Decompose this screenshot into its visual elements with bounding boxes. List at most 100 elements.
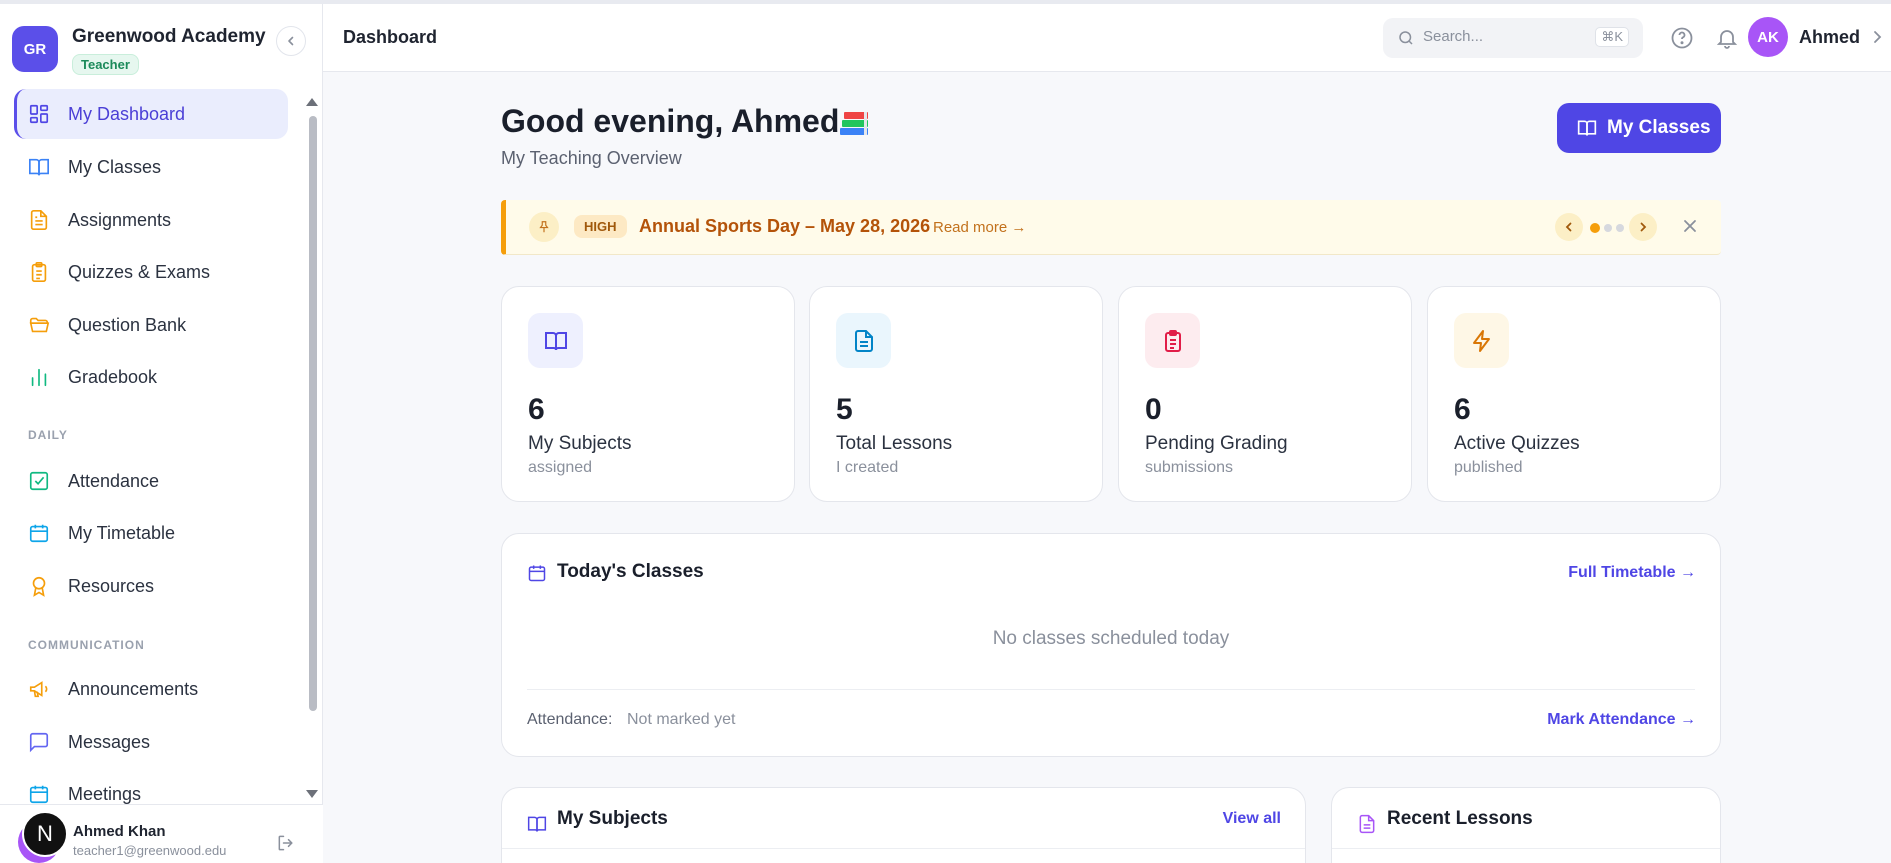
clipboard-icon	[31, 262, 47, 282]
bell-icon[interactable]	[1715, 26, 1739, 50]
user-initial-avatar: N	[22, 811, 68, 857]
sidebar-item-label: My Dashboard	[68, 103, 186, 124]
panel-title: Recent Lessons	[1387, 808, 1533, 829]
chevron-right-icon	[1640, 222, 1647, 232]
mark-attendance-link[interactable]: Mark Attendance →	[1547, 711, 1696, 729]
brand[interactable]: GR Greenwood Academy Teacher	[12, 26, 266, 75]
view-all-link[interactable]: View all	[1223, 810, 1281, 828]
stat-label: Pending Grading	[1145, 433, 1288, 454]
stat-label: My Subjects	[528, 433, 632, 454]
book-open-icon	[527, 816, 547, 832]
sidebar: GR Greenwood Academy Teacher My Dashboar…	[0, 4, 323, 863]
brand-name: Greenwood Academy	[72, 26, 266, 47]
stat-sublabel: published	[1454, 459, 1523, 476]
header-user-name[interactable]: Ahmed	[1799, 27, 1860, 48]
banner-prev-button[interactable]	[1555, 213, 1583, 241]
check-square-icon	[29, 471, 49, 491]
section-label-communication: COMMUNICATION	[28, 638, 145, 652]
avatar[interactable]: AK	[1748, 17, 1788, 57]
sidebar-item-my-timetable[interactable]: My Timetable	[14, 508, 288, 558]
divider	[502, 848, 1305, 849]
sidebar-item-label: Announcements	[68, 678, 199, 699]
chevron-left-icon	[1565, 222, 1572, 232]
brand-logo: GR	[12, 26, 58, 72]
pin-icon	[529, 212, 559, 242]
search-icon	[1399, 31, 1413, 45]
lightning-icon	[1454, 313, 1509, 368]
book-open-icon	[528, 313, 583, 368]
message-square-icon	[29, 732, 49, 753]
sidebar-item-label: Meetings	[68, 783, 142, 804]
stat-sublabel: assigned	[528, 459, 593, 476]
scroll-down-arrow-icon[interactable]	[306, 790, 318, 798]
user-profile-footer[interactable]: N Ahmed Khan teacher1@greenwood.edu	[0, 804, 323, 863]
stat-card-active-quizzes[interactable]: 6 Active Quizzes published	[1427, 286, 1721, 502]
search-input[interactable]	[1423, 28, 1583, 45]
carousel-dot-active[interactable]	[1590, 223, 1600, 233]
user-email: teacher1@greenwood.edu	[73, 843, 227, 858]
sidebar-item-attendance[interactable]: Attendance	[14, 456, 288, 506]
banner-title[interactable]: Annual Sports Day – May 28, 2026	[639, 216, 930, 237]
priority-badge: HIGH	[574, 215, 627, 238]
sidebar-item-label: Quizzes & Exams	[68, 261, 211, 282]
stat-card-total-lessons[interactable]: 5 Total Lessons I created	[809, 286, 1103, 502]
full-timetable-link[interactable]: Full Timetable →	[1568, 564, 1696, 582]
divider	[1332, 848, 1720, 849]
sidebar-item-label: My Classes	[68, 156, 162, 177]
stat-value: 5	[836, 393, 853, 426]
attendance-status: Not marked yet	[627, 711, 736, 728]
attendance-label: Attendance:	[527, 711, 613, 728]
sidebar-item-quizzes-exams[interactable]: Quizzes & Exams	[14, 247, 288, 297]
sidebar-item-label: Resources	[68, 575, 155, 596]
sidebar-item-label: Attendance	[68, 470, 160, 491]
recent-lessons-panel: Recent Lessons	[1331, 787, 1721, 863]
search-shortcut-badge: ⌘K	[1595, 27, 1629, 47]
banner-next-button[interactable]	[1629, 213, 1657, 241]
stat-label: Active Quizzes	[1454, 433, 1580, 454]
books-emoji-icon	[840, 112, 868, 135]
collapse-sidebar-button[interactable]	[276, 26, 306, 56]
sidebar-item-label: My Timetable	[68, 522, 176, 543]
panel-title: My Subjects	[557, 808, 668, 829]
search-box[interactable]: ⌘K	[1383, 18, 1643, 58]
greeting-heading: Good evening, Ahmed	[501, 103, 840, 139]
calendar-icon	[528, 565, 546, 582]
close-icon[interactable]	[1681, 217, 1699, 235]
scroll-up-arrow-icon[interactable]	[306, 98, 318, 106]
sidebar-item-resources[interactable]: Resources	[14, 561, 288, 611]
dashboard-grid-icon	[29, 104, 49, 124]
logout-icon[interactable]	[276, 833, 296, 853]
carousel-dot[interactable]	[1616, 224, 1624, 232]
top-header: Dashboard ⌘K AK Ahmed	[323, 4, 1891, 72]
document-icon	[1359, 814, 1375, 834]
sidebar-item-messages[interactable]: Messages	[14, 717, 288, 767]
stat-value: 6	[1454, 393, 1471, 426]
read-more-link[interactable]: Read more →	[933, 219, 1026, 236]
book-open-icon	[29, 158, 49, 176]
my-classes-button[interactable]: My Classes	[1557, 103, 1721, 153]
sidebar-item-question-bank[interactable]: Question Bank	[14, 300, 288, 350]
stat-card-pending-grading[interactable]: 0 Pending Grading submissions	[1118, 286, 1412, 502]
sidebar-item-announcements[interactable]: Announcements	[14, 664, 288, 714]
stat-card-my-subjects[interactable]: 6 My Subjects assigned	[501, 286, 795, 502]
sidebar-item-label: Gradebook	[68, 366, 158, 387]
sidebar-scroll-thumb[interactable]	[309, 116, 317, 711]
stat-sublabel: submissions	[1145, 459, 1234, 476]
help-circle-icon[interactable]	[1670, 26, 1694, 50]
sidebar-item-label: Messages	[68, 731, 151, 752]
book-open-icon	[1577, 120, 1597, 136]
folder-open-icon	[29, 317, 50, 333]
sidebar-item-gradebook[interactable]: Gradebook	[14, 352, 288, 402]
sidebar-item-my-dashboard[interactable]: My Dashboard	[14, 89, 288, 139]
sidebar-item-my-classes[interactable]: My Classes	[14, 142, 288, 192]
sidebar-item-label: Question Bank	[68, 314, 187, 335]
chevron-left-icon	[288, 36, 294, 46]
divider	[527, 689, 1695, 690]
clipboard-icon	[1145, 313, 1200, 368]
sidebar-item-assignments[interactable]: Assignments	[14, 195, 288, 245]
sidebar-item-label: Assignments	[68, 209, 172, 230]
my-classes-button-label: My Classes	[1607, 117, 1711, 138]
announcement-banner: HIGH Annual Sports Day – May 28, 2026 Re…	[501, 200, 1721, 255]
chevron-right-icon[interactable]	[1871, 28, 1885, 46]
carousel-dot[interactable]	[1604, 224, 1612, 232]
